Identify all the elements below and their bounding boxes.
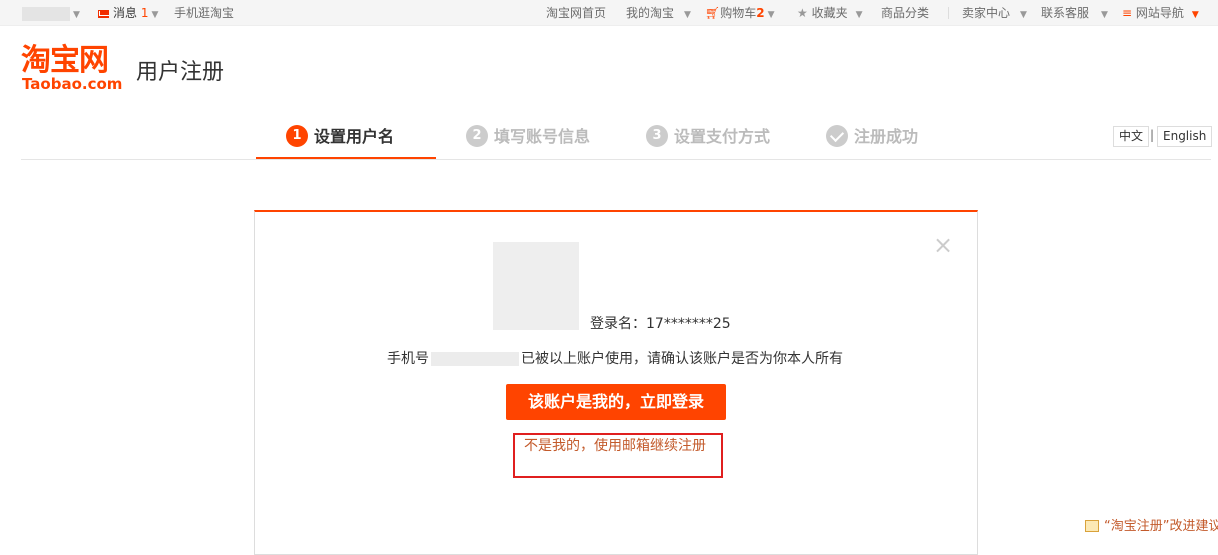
home-link[interactable]: 淘宝网首页 [546, 0, 606, 26]
support-label: 联系客服 [1041, 6, 1090, 20]
step-label: 设置用户名 [314, 127, 395, 146]
messages-label: 消息 [113, 6, 138, 20]
checkmark-icon [826, 124, 848, 147]
seller-center-link[interactable]: 卖家中心 ▼ [962, 0, 1027, 26]
username-redacted [22, 6, 70, 21]
chevron-down-icon: ▼ [151, 10, 159, 20]
user-menu[interactable]: ▼ [22, 0, 80, 26]
login-name: 登录名：17*******25 [590, 316, 731, 332]
chevron-down-icon: ▼ [767, 10, 775, 20]
lang-en-button[interactable]: English [1157, 126, 1213, 147]
feedback-icon [1085, 519, 1099, 532]
avatar [493, 242, 579, 330]
menu-icon: ≡ [1122, 6, 1133, 20]
mail-icon [98, 9, 109, 18]
top-bar: ▼ 消息 1 ▼ 手机逛淘宝 淘宝网首页 我的淘宝 ▼ 🛒︎购物车2 ▼ ★ 收藏夹 ▼… [0, 0, 1218, 26]
step-number: 1 [286, 124, 308, 147]
favorites-label: 收藏夹 [811, 6, 848, 20]
phone-notice: 手机号 已被以上账户使用，请确认该账户是否为你本人所有 [387, 349, 843, 369]
register-with-email-link[interactable]: 不是我的，使用邮箱继续注册 [524, 437, 706, 455]
chevron-down-icon: ▼ [684, 10, 691, 20]
categories-link[interactable]: 商品分类 [881, 0, 929, 26]
lang-zh-button[interactable]: 中文 [1113, 126, 1150, 147]
phone-suffix: 已被以上账户使用，请确认该账户是否为你本人所有 [521, 351, 843, 367]
site-nav-link[interactable]: ≡ 网站导航 ▼ [1122, 0, 1199, 26]
step-number: 2 [466, 124, 488, 147]
chevron-down-icon: ▼ [1101, 10, 1108, 20]
mobile-taobao-link[interactable]: 手机逛淘宝 [174, 0, 234, 26]
cart-link[interactable]: 🛒︎购物车2 ▼ [705, 0, 775, 26]
close-icon[interactable]: × [933, 231, 953, 259]
step-3: 3 设置支付方式 [646, 123, 770, 151]
feedback-label: “淘宝注册”改进建议 [1104, 519, 1218, 534]
step-label: 设置支付方式 [674, 127, 771, 146]
step-label: 注册成功 [854, 127, 919, 146]
step-1: 1 设置用户名 [286, 123, 394, 151]
my-taobao-link[interactable]: 我的淘宝 ▼ [626, 0, 691, 26]
feedback-link[interactable]: “淘宝注册”改进建议 [1085, 518, 1218, 536]
phone-prefix: 手机号 [387, 351, 429, 367]
taobao-logo-en: Taobao.com [22, 75, 123, 93]
star-icon: ★ [797, 6, 808, 20]
taobao-logo[interactable]: 淘宝网 [21, 44, 109, 78]
site-nav-label: 网站导航 [1135, 6, 1184, 20]
step-label: 填写账号信息 [494, 127, 591, 146]
lang-separator: | [1150, 128, 1155, 142]
steps-divider [21, 159, 1211, 160]
chevron-down-icon: ▼ [855, 10, 863, 20]
messages-count: 1 [140, 6, 149, 20]
step-2: 2 填写账号信息 [466, 123, 590, 151]
account-exists-dialog [254, 210, 978, 555]
cart-count: 2 [756, 6, 765, 20]
chevron-down-icon: ▼ [1191, 10, 1199, 20]
cart-label: 购物车 [720, 6, 757, 20]
divider [948, 7, 949, 19]
my-taobao-label: 我的淘宝 [626, 6, 675, 20]
favorites-link[interactable]: ★ 收藏夹 ▼ [797, 0, 863, 26]
phone-number-redacted [431, 352, 519, 366]
chevron-down-icon: ▼ [73, 10, 80, 20]
seller-center-label: 卖家中心 [962, 6, 1011, 20]
messages-link[interactable]: 消息 1 ▼ [98, 0, 158, 26]
chevron-down-icon: ▼ [1020, 10, 1027, 20]
step-4: 注册成功 [826, 123, 918, 151]
login-now-button[interactable]: 该账户是我的，立即登录 [506, 384, 726, 420]
page-title: 用户注册 [136, 60, 225, 85]
step-number: 3 [646, 124, 668, 147]
cart-icon: 🛒︎ [705, 6, 721, 20]
support-link[interactable]: 联系客服 ▼ [1041, 0, 1108, 26]
